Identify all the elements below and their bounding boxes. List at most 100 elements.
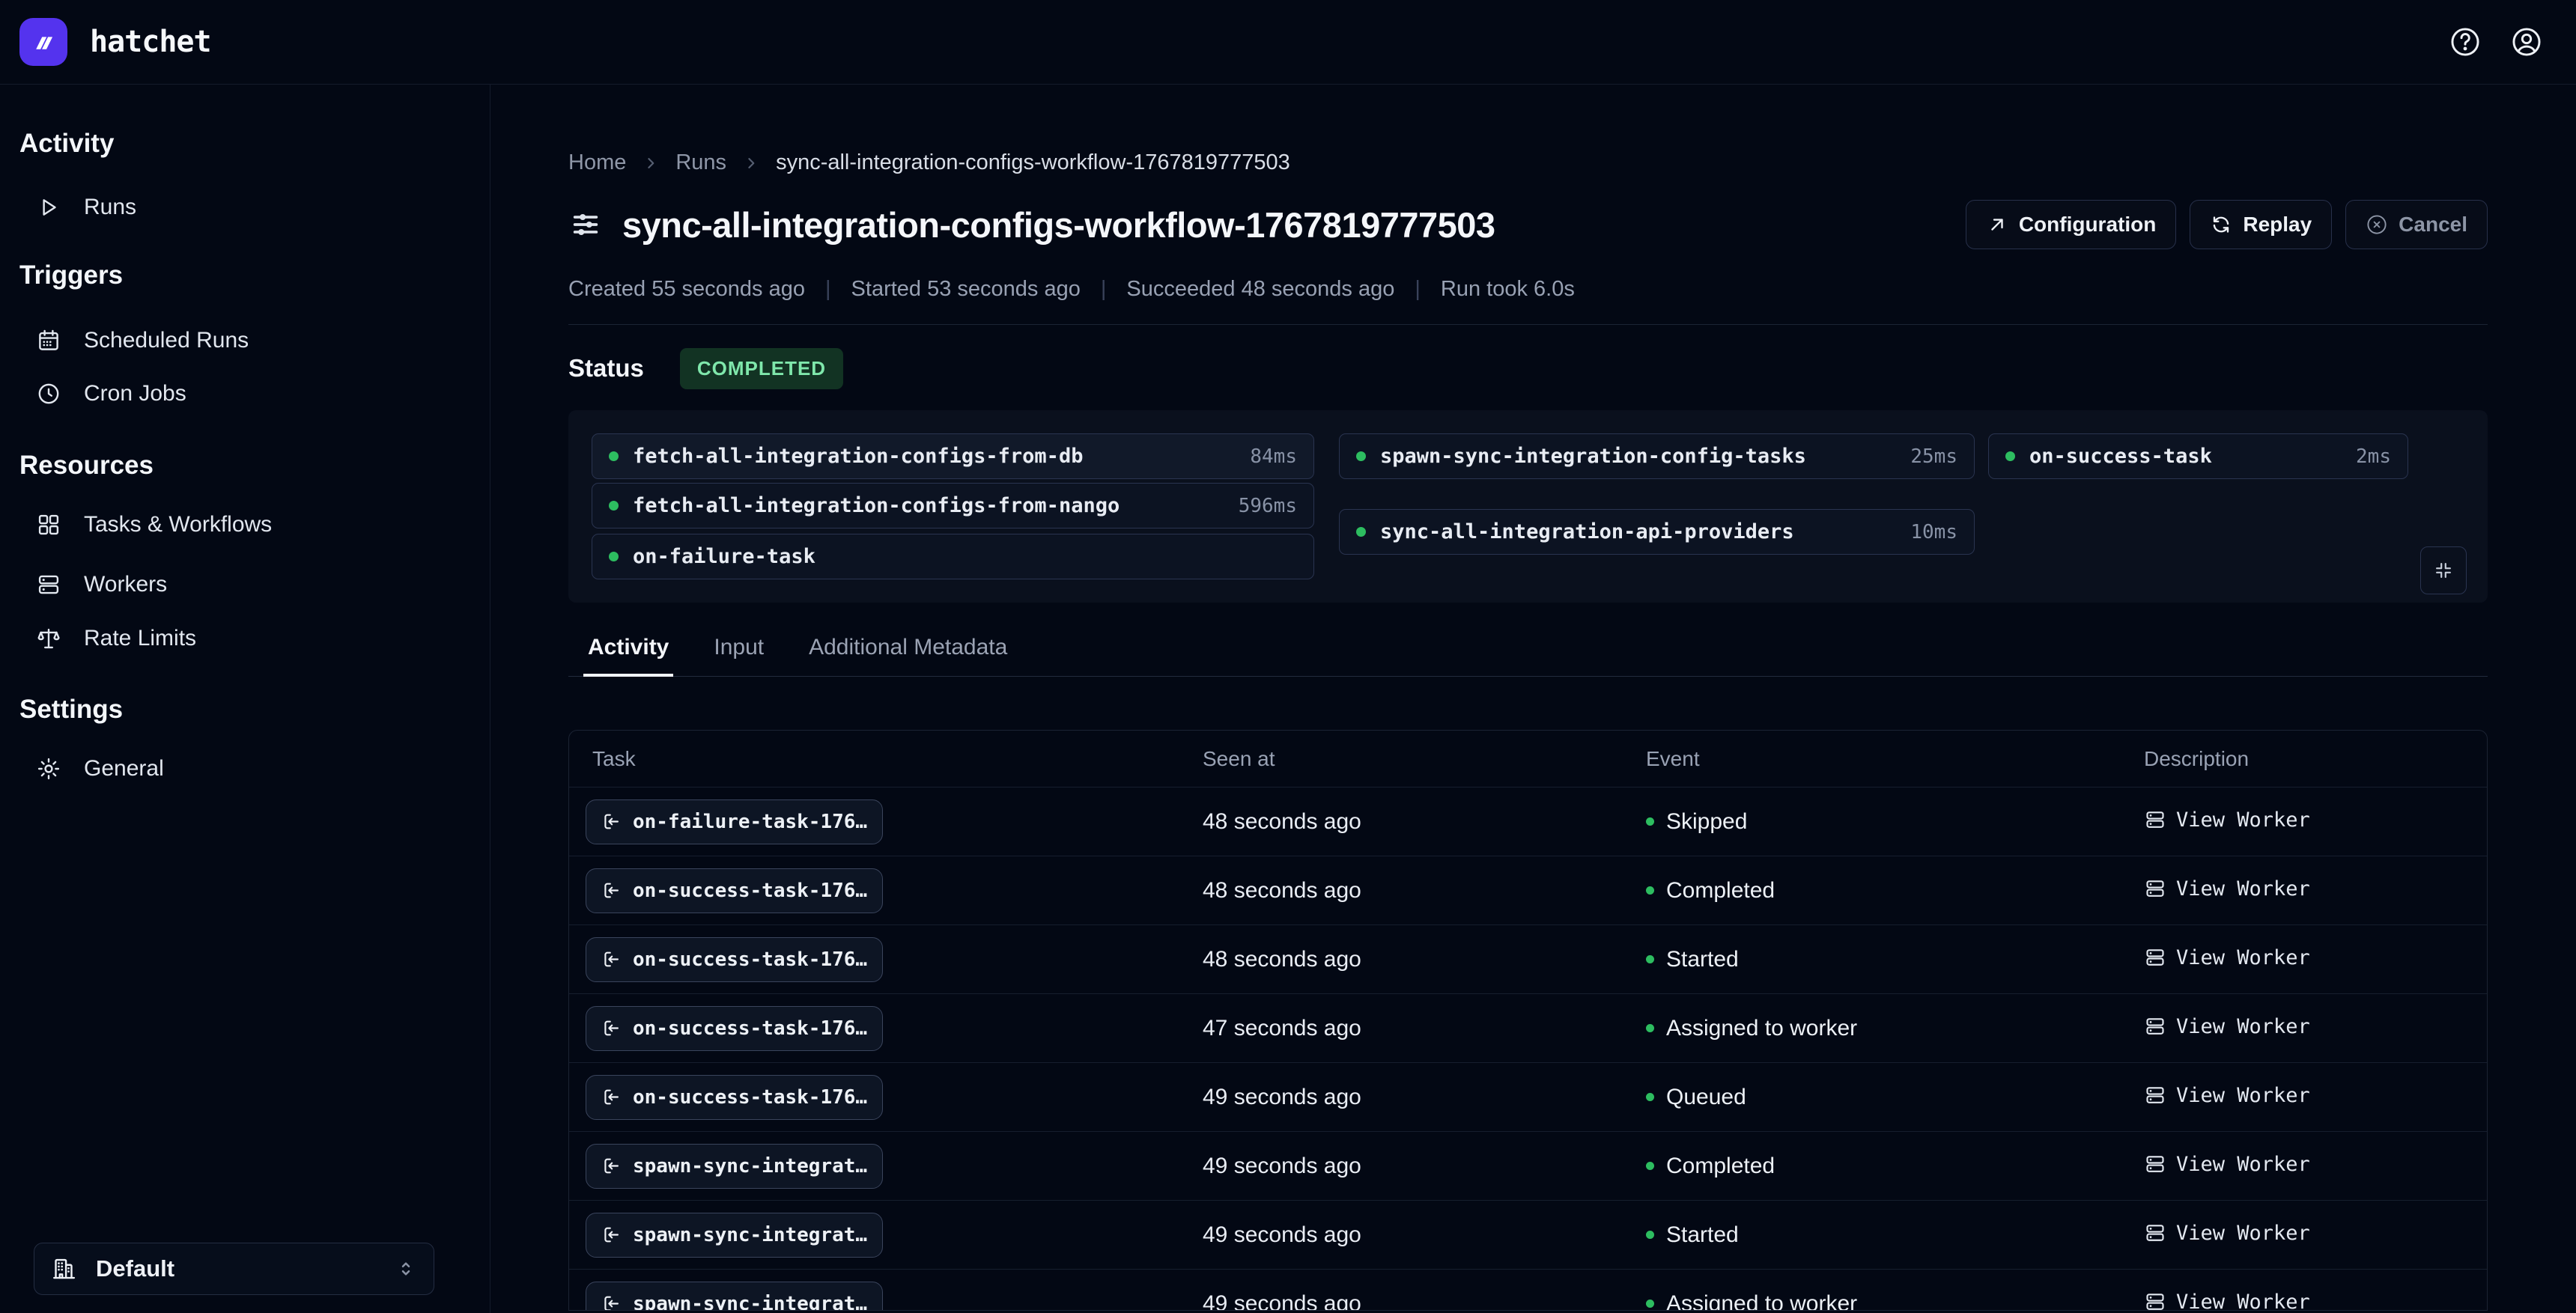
- server-icon: [2144, 1153, 2166, 1175]
- tab-activity[interactable]: Activity: [583, 635, 673, 677]
- event-label: Skipped: [1666, 809, 1747, 835]
- event-status-dot: [1646, 1093, 1654, 1101]
- server-icon: [2144, 1222, 2166, 1244]
- sidebar-item-tasks-workflows[interactable]: Tasks & Workflows: [19, 502, 470, 547]
- view-worker-link[interactable]: View Worker: [2144, 1015, 2310, 1038]
- workflow-dag-panel: fetch-all-integration-configs-from-db 84…: [568, 410, 2488, 603]
- task-badge[interactable]: on-success-task-176…: [586, 937, 883, 982]
- play-icon: [36, 195, 61, 220]
- task-enter-icon: [601, 1018, 622, 1038]
- sidebar-heading-triggers: Triggers: [19, 259, 470, 292]
- event-status-dot: [1646, 817, 1654, 826]
- table-row: on-success-task-176… 49 seconds ago Queu…: [569, 1062, 2487, 1131]
- sidebar-item-cron-jobs[interactable]: Cron Jobs: [19, 371, 470, 416]
- clock-icon: [36, 381, 61, 406]
- view-worker-link[interactable]: View Worker: [2144, 877, 2310, 901]
- view-worker-link[interactable]: View Worker: [2144, 946, 2310, 969]
- succeeded-at: Succeeded 48 seconds ago: [1126, 277, 1394, 302]
- event-status-dot: [1646, 1024, 1654, 1032]
- collapse-dag-button[interactable]: [2420, 546, 2467, 594]
- table-row: spawn-sync-integrat… 49 seconds ago Comp…: [569, 1131, 2487, 1200]
- chevron-up-down-icon: [395, 1258, 417, 1280]
- page-title: sync-all-integration-configs-workflow-17…: [622, 204, 1495, 246]
- configuration-button[interactable]: Configuration: [1966, 200, 2177, 249]
- event-label: Started: [1666, 947, 1739, 972]
- refresh-icon: [2210, 213, 2232, 236]
- sidebar-item-general[interactable]: General: [19, 746, 470, 791]
- table-row: on-success-task-176… 48 seconds ago Star…: [569, 924, 2487, 993]
- event-status-dot: [1646, 1162, 1654, 1170]
- seen-at-value: 49 seconds ago: [1203, 1291, 1646, 1312]
- column-header-task: Task: [569, 747, 1203, 771]
- sidebar-item-workers[interactable]: Workers: [19, 562, 470, 607]
- sidebar: Activity Runs Triggers Scheduled Runs Cr…: [0, 85, 490, 1313]
- grid-icon: [36, 512, 61, 537]
- breadcrumb-home[interactable]: Home: [568, 150, 626, 175]
- help-icon[interactable]: [2449, 25, 2482, 58]
- task-badge[interactable]: spawn-sync-integrat…: [586, 1213, 883, 1258]
- dag-node[interactable]: spawn-sync-integration-config-tasks 25ms: [1339, 433, 1975, 479]
- cancel-button[interactable]: Cancel: [2345, 200, 2488, 249]
- hatchet-logo-icon[interactable]: [19, 18, 67, 66]
- replay-button[interactable]: Replay: [2190, 200, 2332, 249]
- task-badge[interactable]: on-success-task-176…: [586, 1006, 883, 1051]
- tenant-selector[interactable]: Default: [34, 1243, 434, 1295]
- chevron-right-icon: [641, 153, 660, 173]
- tab-input[interactable]: Input: [709, 635, 768, 676]
- sidebar-heading-activity: Activity: [19, 127, 470, 160]
- task-enter-icon: [601, 1156, 622, 1176]
- task-badge[interactable]: spawn-sync-integrat…: [586, 1282, 883, 1312]
- dag-node[interactable]: fetch-all-integration-configs-from-db 84…: [592, 433, 1314, 479]
- view-worker-link[interactable]: View Worker: [2144, 1222, 2310, 1245]
- task-badge[interactable]: on-failure-task-176…: [586, 799, 883, 844]
- dag-node[interactable]: sync-all-integration-api-providers 10ms: [1339, 509, 1975, 555]
- task-status-dot: [1356, 527, 1366, 537]
- task-enter-icon: [601, 1294, 622, 1311]
- view-worker-link[interactable]: View Worker: [2144, 1291, 2310, 1311]
- created-at: Created 55 seconds ago: [568, 277, 805, 302]
- seen-at-value: 48 seconds ago: [1203, 878, 1646, 904]
- task-badge[interactable]: spawn-sync-integrat…: [586, 1144, 883, 1189]
- table-header: Task Seen at Event Description: [569, 731, 2487, 787]
- run-duration: Run took 6.0s: [1441, 277, 1575, 302]
- dag-node[interactable]: on-success-task 2ms: [1988, 433, 2408, 479]
- event-label: Completed: [1666, 878, 1775, 904]
- chevron-right-icon: [741, 153, 761, 173]
- task-status-dot: [609, 451, 619, 461]
- task-badge[interactable]: on-success-task-176…: [586, 1075, 883, 1120]
- dag-node[interactable]: on-failure-task: [592, 534, 1314, 579]
- task-badge[interactable]: on-success-task-176…: [586, 868, 883, 913]
- user-account-icon[interactable]: [2510, 25, 2543, 58]
- server-icon: [2144, 946, 2166, 969]
- column-header-seen-at: Seen at: [1203, 747, 1646, 771]
- seen-at-value: 48 seconds ago: [1203, 947, 1646, 972]
- dag-node[interactable]: fetch-all-integration-configs-from-nango…: [592, 483, 1314, 528]
- task-enter-icon: [601, 811, 622, 832]
- building-icon: [51, 1256, 76, 1282]
- breadcrumb-runs[interactable]: Runs: [675, 150, 726, 175]
- run-metadata: Created 55 seconds ago | Started 53 seco…: [568, 276, 2488, 302]
- table-row: on-failure-task-176… 48 seconds ago Skip…: [569, 787, 2487, 856]
- view-worker-link[interactable]: View Worker: [2144, 808, 2310, 832]
- activity-table: Task Seen at Event Description on-failur…: [568, 730, 2488, 1311]
- server-icon: [36, 572, 61, 597]
- event-label: Started: [1666, 1222, 1739, 1248]
- tab-additional-metadata[interactable]: Additional Metadata: [804, 635, 1012, 676]
- view-worker-link[interactable]: View Worker: [2144, 1084, 2310, 1107]
- task-enter-icon: [601, 1087, 622, 1107]
- event-label: Assigned to worker: [1666, 1291, 1857, 1312]
- sidebar-item-rate-limits[interactable]: Rate Limits: [19, 616, 470, 661]
- scale-icon: [36, 626, 61, 651]
- column-header-event: Event: [1646, 747, 2144, 771]
- table-row: spawn-sync-integrat… 49 seconds ago Assi…: [569, 1269, 2487, 1311]
- view-worker-link[interactable]: View Worker: [2144, 1153, 2310, 1176]
- server-icon: [2144, 1015, 2166, 1038]
- breadcrumb: Home Runs sync-all-integration-configs-w…: [568, 150, 2488, 175]
- event-label: Assigned to worker: [1666, 1016, 1857, 1041]
- table-row: on-success-task-176… 48 seconds ago Comp…: [569, 856, 2487, 924]
- column-header-description: Description: [2144, 747, 2487, 771]
- task-enter-icon: [601, 949, 622, 969]
- breadcrumb-current: sync-all-integration-configs-workflow-17…: [776, 150, 1290, 175]
- sidebar-item-scheduled-runs[interactable]: Scheduled Runs: [19, 318, 470, 363]
- sidebar-item-runs[interactable]: Runs: [19, 185, 470, 230]
